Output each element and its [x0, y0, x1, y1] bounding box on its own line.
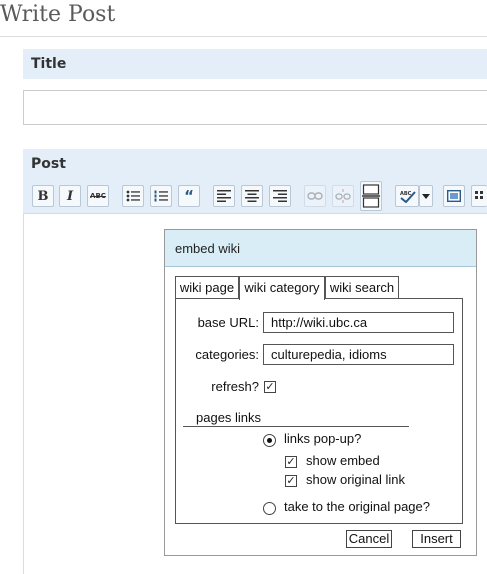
page-break-icon — [362, 184, 380, 208]
align-right-button[interactable] — [269, 185, 291, 207]
take-original-label: take to the original page? — [284, 499, 430, 514]
bold-icon: B — [37, 188, 49, 204]
spellcheck-dropdown-button[interactable] — [419, 185, 433, 207]
insert-button[interactable]: Insert — [412, 530, 461, 548]
italic-icon: I — [66, 188, 74, 204]
more-button[interactable] — [360, 181, 382, 211]
numbered-list-icon — [154, 190, 168, 202]
refresh-checkbox[interactable]: ✓ — [264, 381, 276, 393]
checkmark-icon: ✓ — [286, 455, 296, 468]
unlink-icon — [335, 189, 351, 203]
strikethrough-button[interactable]: ABC — [87, 185, 109, 207]
show-original-label: show original link — [306, 472, 405, 487]
align-right-icon — [273, 190, 287, 202]
categories-input[interactable]: culturepedia, idioms — [263, 344, 454, 365]
blockquote-button[interactable]: “ — [178, 185, 200, 207]
embed-wiki-dialog: embed wiki wiki page wiki category wiki … — [164, 229, 477, 556]
take-original-radio[interactable] — [263, 502, 276, 515]
chevron-down-icon — [422, 193, 430, 199]
bullet-list-icon — [126, 190, 140, 202]
numbered-list-button[interactable] — [150, 185, 172, 207]
align-left-button[interactable] — [213, 185, 235, 207]
blockquote-icon: “ — [184, 187, 194, 205]
svg-text:ABC: ABC — [400, 191, 412, 197]
align-center-button[interactable] — [241, 185, 263, 207]
checkmark-icon: ✓ — [265, 380, 275, 393]
tab-wiki-search[interactable]: wiki search — [325, 276, 399, 299]
post-section-heading: Post — [23, 149, 487, 179]
spellcheck-button[interactable]: ABC — [395, 185, 419, 207]
unlink-button[interactable] — [332, 185, 354, 207]
italic-button[interactable]: I — [59, 185, 81, 207]
links-popup-label: links pop-up? — [284, 431, 362, 446]
pages-links-legend: pages links — [196, 410, 262, 425]
show-embed-label: show embed — [306, 453, 380, 468]
title-divider — [0, 36, 487, 37]
page-title: Write Post — [0, 2, 116, 27]
spellcheck-icon: ABC — [400, 191, 416, 203]
align-left-icon — [217, 190, 231, 202]
tab-wiki-page[interactable]: wiki page — [175, 276, 239, 299]
refresh-label: refresh? — [211, 379, 259, 394]
link-icon — [307, 192, 323, 200]
align-center-icon — [245, 190, 259, 202]
fullscreen-icon — [447, 190, 461, 202]
base-url-label: base URL: — [197, 315, 259, 330]
dialog-title: embed wiki — [165, 230, 476, 267]
base-url-input[interactable]: http://wiki.ubc.ca — [263, 312, 454, 333]
fullscreen-button[interactable] — [443, 185, 465, 207]
bold-button[interactable]: B — [32, 185, 54, 207]
cancel-button[interactable]: Cancel — [346, 530, 392, 548]
strikethrough-icon: ABC — [90, 192, 106, 200]
post-title-input[interactable] — [23, 90, 487, 125]
link-button[interactable] — [304, 185, 326, 207]
categories-label: categories: — [195, 347, 259, 362]
show-original-checkbox[interactable]: ✓ — [285, 475, 297, 487]
links-popup-radio[interactable] — [263, 434, 276, 447]
checkmark-icon: ✓ — [286, 474, 296, 487]
title-section-heading: Title — [23, 49, 487, 79]
pages-links-divider — [183, 426, 409, 427]
editor-toolbar: B I ABC “ ABC — [23, 179, 487, 214]
kitchen-sink-icon — [474, 191, 483, 199]
bullet-list-button[interactable] — [122, 185, 144, 207]
kitchen-sink-button[interactable] — [471, 185, 487, 207]
show-embed-checkbox[interactable]: ✓ — [285, 456, 297, 468]
wiki-category-panel: base URL: http://wiki.ubc.ca categories:… — [175, 298, 463, 524]
tab-wiki-category[interactable]: wiki category — [239, 276, 325, 300]
